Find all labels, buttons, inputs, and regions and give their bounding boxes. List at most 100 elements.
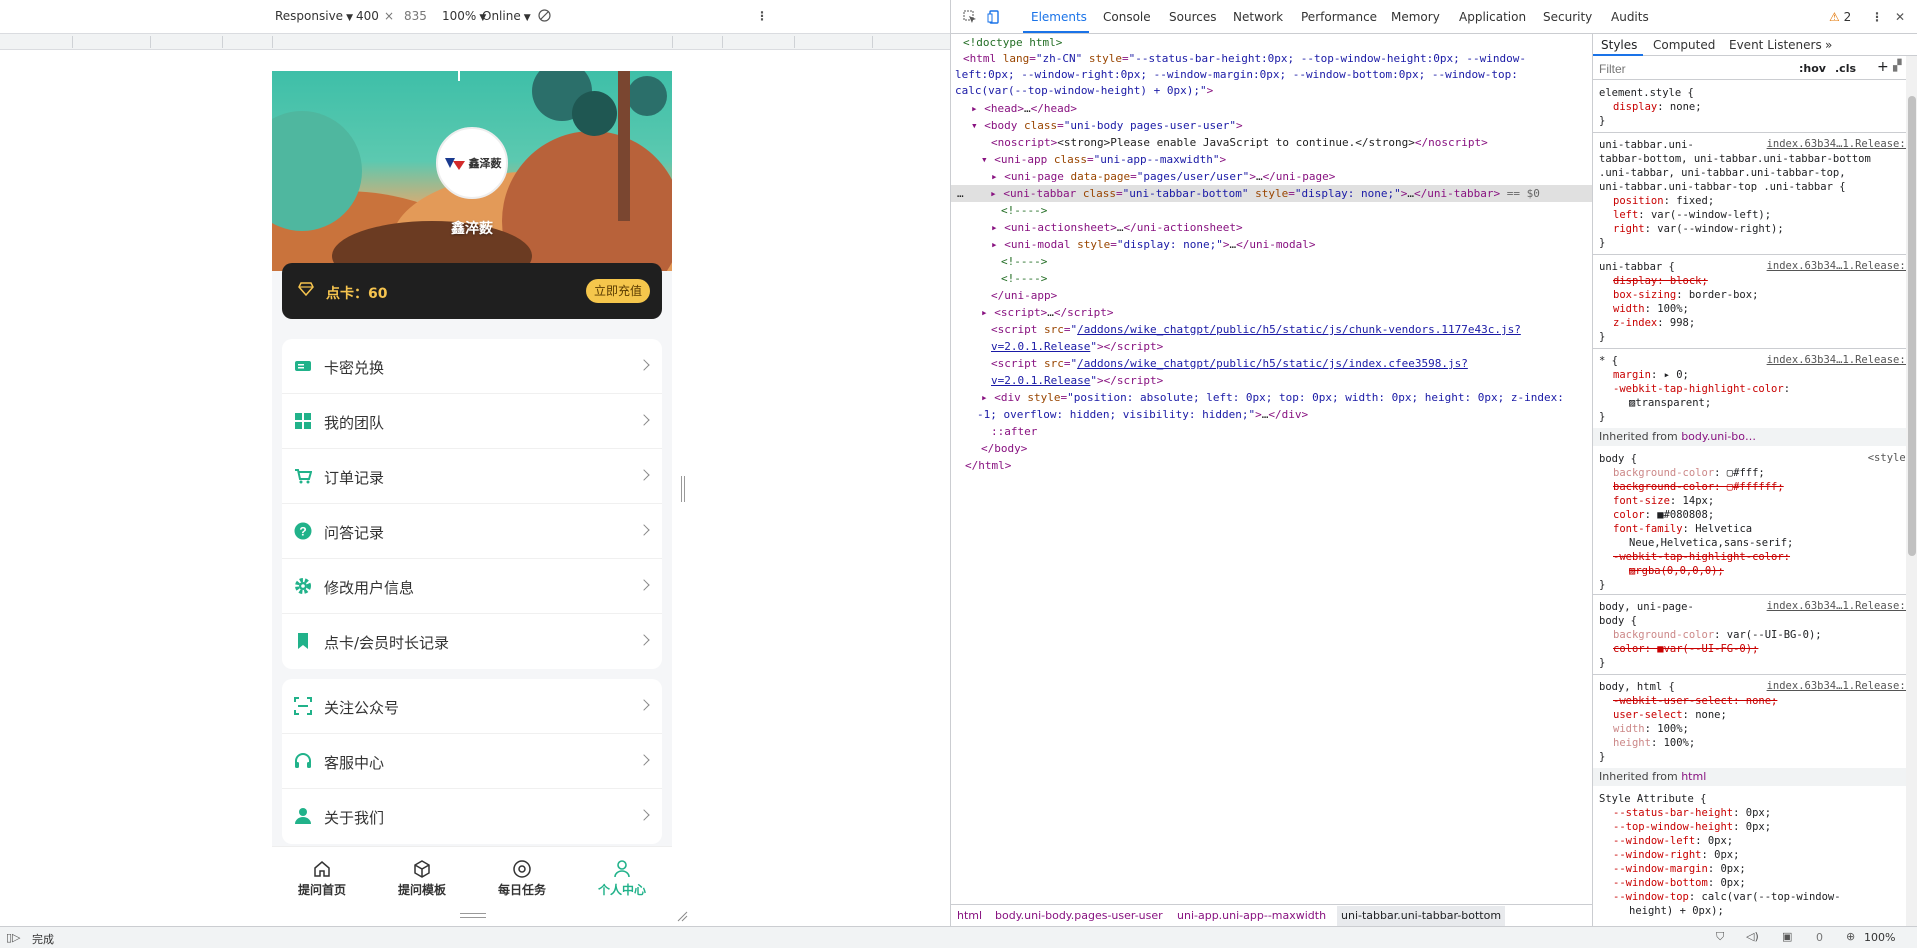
menu-item-my-team[interactable]: 我的团队 [282, 394, 662, 449]
close-devtools-icon[interactable]: ✕ [1895, 10, 1905, 24]
tab-audits[interactable]: Audits [1611, 10, 1649, 24]
style-decl[interactable]: --window-margin: 0px; [1613, 862, 1746, 876]
element-state-icon[interactable]: ▞ [1893, 59, 1901, 72]
style-decl[interactable]: box-sizing: border-box; [1613, 288, 1758, 302]
throttling-select[interactable]: Online ▼ [482, 9, 531, 23]
code-line[interactable]: </body> [951, 440, 1592, 457]
source-link[interactable]: index.63b34…1.Release:1 [1767, 680, 1912, 692]
style-decl[interactable]: --window-top: calc(var(--top-window- [1613, 890, 1841, 904]
recharge-button[interactable]: 立即充值 [585, 279, 650, 303]
code-line[interactable]: ▸ <uni-modal style="display: none;">…</u… [951, 236, 1592, 253]
style-decl[interactable]: --top-window-height: 0px; [1613, 820, 1771, 834]
tab-memory[interactable]: Memory [1391, 10, 1440, 24]
style-decl[interactable]: color: ■#080808; [1613, 508, 1714, 522]
style-decl[interactable]: user-select: none; [1613, 708, 1727, 722]
tab-network[interactable]: Network [1233, 10, 1283, 24]
breadcrumb-item[interactable]: html [957, 909, 982, 922]
inspect-element-icon[interactable] [963, 10, 977, 27]
tab-profile[interactable]: 个人中心 [572, 847, 672, 906]
tab-sources[interactable]: Sources [1169, 10, 1216, 24]
style-decl[interactable]: -webkit-user-select: none; [1613, 694, 1777, 708]
devtools-menu-icon[interactable]: ⋮ [1871, 10, 1883, 24]
code-line[interactable]: ▸ <head>…</head> [951, 100, 1592, 117]
style-decl[interactable]: background-color: ▢#fff; [1613, 466, 1765, 480]
resize-handle-bottom[interactable] [460, 913, 486, 918]
menu-item-orders[interactable]: 订单记录 [282, 449, 662, 504]
camera-icon[interactable]: ▣ [1782, 930, 1792, 943]
tab-elements[interactable]: Elements [1031, 10, 1087, 24]
source-link[interactable]: index.63b34…1.Release:1 [1767, 600, 1912, 612]
tab-security[interactable]: Security [1543, 10, 1592, 24]
resize-corner-icon[interactable] [676, 910, 688, 922]
style-decl[interactable]: --window-left: 0px; [1613, 834, 1733, 848]
code-line[interactable]: <script src="/addons/wike_chatgpt/public… [951, 321, 1592, 338]
style-decl[interactable]: -webkit-tap-highlight-color: [1613, 382, 1790, 396]
code-line[interactable]: <html lang="zh-CN" style="--status-bar-h… [951, 50, 1592, 67]
breadcrumb-item[interactable]: body.uni-body.pages-user-user [995, 909, 1163, 922]
menu-item-points-history[interactable]: 点卡/会员时长记录 [282, 614, 662, 669]
menu-item-follow-account[interactable]: 关注公众号 [282, 679, 662, 734]
style-decl[interactable]: -webkit-tap-highlight-color: [1613, 550, 1790, 564]
menu-item-redeem-code[interactable]: 卡密兑换 [282, 339, 662, 394]
style-decl[interactable]: width: 100%; [1613, 302, 1689, 316]
scrollbar-thumb[interactable] [1908, 96, 1916, 556]
style-decl[interactable]: background-color: var(--UI-BG-0); [1613, 628, 1822, 642]
code-line[interactable]: <!----> [951, 202, 1592, 219]
more-options-icon[interactable]: ⋮ [756, 9, 768, 23]
tab-computed[interactable]: Computed [1653, 38, 1715, 52]
style-decl[interactable]: font-size: 14px; [1613, 494, 1714, 508]
device-height-input[interactable]: 835 [404, 9, 427, 23]
code-line[interactable]: <!----> [951, 270, 1592, 287]
elements-tree[interactable]: <!doctype html> <html lang="zh-CN" style… [951, 34, 1592, 904]
style-decl[interactable]: --status-bar-height: 0px; [1613, 806, 1771, 820]
style-decl[interactable]: font-family: Helvetica [1613, 522, 1752, 536]
menu-item-edit-profile[interactable]: 修改用户信息 [282, 559, 662, 614]
code-line-selected[interactable]: … ▸ <uni-tabbar class="uni-tabbar-bottom… [951, 185, 1592, 202]
shield-icon[interactable]: ⛉ [1716, 930, 1724, 944]
tab-application[interactable]: Application [1459, 10, 1526, 24]
code-line[interactable]: ::after [951, 423, 1592, 440]
tab-performance[interactable]: Performance [1301, 10, 1377, 24]
warning-badge[interactable]: ⚠ 2 [1829, 10, 1851, 24]
breadcrumb-item-active[interactable]: uni-tabbar.uni-tabbar-bottom [1337, 906, 1506, 926]
tab-styles[interactable]: Styles [1601, 38, 1637, 52]
code-line[interactable]: </html> [951, 457, 1592, 474]
zoom-select[interactable]: 100% ▼ [442, 9, 486, 23]
source-link[interactable]: index.63b34…1.Release:1 [1767, 354, 1912, 366]
code-line[interactable]: ▾ <uni-app class="uni-app--maxwidth"> [951, 151, 1592, 168]
code-line[interactable]: ▸ <script>…</script> [951, 304, 1592, 321]
code-line[interactable]: <!doctype html> [951, 34, 1592, 51]
tab-home[interactable]: 提问首页 [272, 847, 372, 906]
tab-event-listeners[interactable]: Event Listeners [1729, 38, 1822, 52]
tab-console[interactable]: Console [1103, 10, 1151, 24]
code-line[interactable]: ▸ <div style="position: absolute; left: … [951, 389, 1592, 406]
styles-filter-input[interactable] [1599, 61, 1789, 77]
status-panel-icon[interactable]: ▯▷ [6, 931, 21, 944]
resize-handle-right[interactable] [681, 476, 685, 502]
rotate-icon[interactable] [538, 9, 551, 25]
code-line[interactable]: <!----> [951, 253, 1592, 270]
code-line[interactable]: ▸ <uni-actionsheet>…</uni-actionsheet> [951, 219, 1592, 236]
download-count[interactable]: 0 [1816, 931, 1823, 944]
style-decl[interactable]: width: 100%; [1613, 722, 1689, 736]
code-line[interactable]: ▸ <uni-page data-page="pages/user/user">… [951, 168, 1592, 185]
style-decl[interactable]: height: 100%; [1613, 736, 1695, 750]
code-line[interactable]: ▾ <body class="uni-body pages-user-user"… [951, 117, 1592, 134]
style-decl[interactable]: position: fixed; [1613, 194, 1714, 208]
device-select[interactable]: Responsive ▼ [275, 9, 353, 23]
source-link[interactable]: index.63b34…1.Release:1 [1767, 260, 1912, 272]
more-tabs-icon[interactable]: » [1825, 38, 1832, 52]
style-decl[interactable]: background-color: ▢#ffffff; [1613, 480, 1784, 494]
source-link[interactable]: index.63b34…1.Release:1 [1767, 138, 1912, 150]
code-line[interactable]: </uni-app> [951, 287, 1592, 304]
class-toggle[interactable]: .cls [1835, 62, 1856, 75]
style-decl[interactable]: margin: ▸ 0; [1613, 368, 1689, 382]
style-decl[interactable]: left: var(--window-left); [1613, 208, 1771, 222]
avatar[interactable]: 鑫泽薮 [436, 127, 508, 199]
style-decl[interactable]: --window-right: 0px; [1613, 848, 1739, 862]
menu-item-support[interactable]: 客服中心 [282, 734, 662, 789]
menu-item-qa-history[interactable]: ? 问答记录 [282, 504, 662, 559]
device-toggle-icon[interactable] [987, 10, 1001, 27]
code-line[interactable]: <noscript><strong>Please enable JavaScri… [951, 134, 1592, 151]
device-width-input[interactable]: 400 [356, 9, 379, 23]
